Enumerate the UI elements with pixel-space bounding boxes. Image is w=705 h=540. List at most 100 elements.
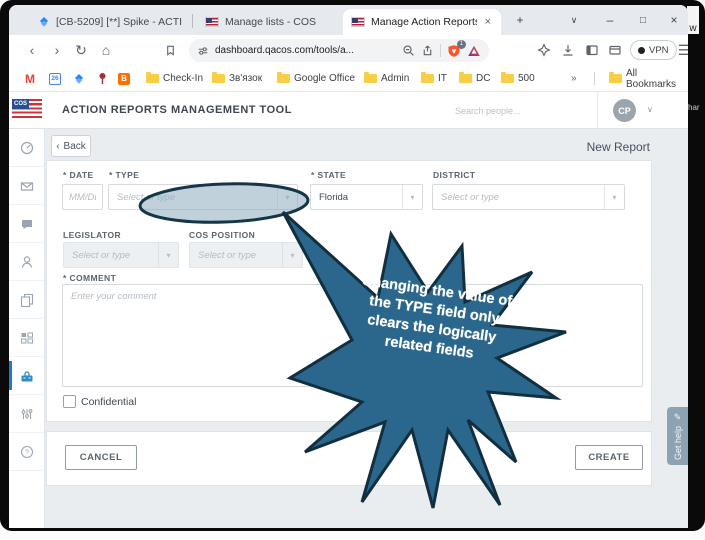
sidebar-item-chat[interactable] [9, 205, 44, 243]
bookmarks-overflow-icon[interactable]: » [571, 73, 577, 84]
bookmark-icon[interactable] [160, 40, 180, 60]
district-label: DISTRICT [433, 170, 475, 180]
jira-icon [73, 73, 85, 85]
bookmark-jira[interactable] [73, 73, 85, 85]
person-icon [19, 254, 35, 270]
bookmark-folder-admin[interactable]: Admin [364, 73, 409, 84]
wallet-icon[interactable] [605, 40, 625, 60]
background-window-fragment: w [687, 6, 699, 34]
tab-close-icon[interactable]: × [483, 16, 493, 28]
tab-jira-spike[interactable]: [CB-5209] [**] Spike - ACTION [30, 9, 190, 35]
background-window-fragment: har [688, 103, 700, 112]
bookmark-pin[interactable] [97, 72, 108, 85]
bookmark-folder-dc[interactable]: DC [459, 73, 490, 84]
legislator-select[interactable]: Select or type ▾ [63, 242, 179, 268]
tab-manage-action-reports[interactable]: Manage Action Reports × [343, 9, 501, 35]
tab-search-chevron-icon[interactable]: ∨ [561, 5, 587, 35]
mail-icon [19, 178, 35, 194]
chevron-down-icon: ▾ [402, 185, 422, 209]
all-bookmarks[interactable]: All Bookmarks [609, 68, 688, 90]
cos-position-select[interactable]: Select or type ▾ [189, 242, 303, 268]
bookmark-folder-500[interactable]: 500 [501, 73, 535, 84]
zoom-out-icon[interactable] [402, 44, 415, 57]
jira-icon [38, 16, 50, 28]
bookmark-blogger[interactable]: B [118, 73, 130, 85]
nav-back-icon[interactable]: ‹ [22, 40, 42, 60]
flag-favicon-icon [205, 17, 219, 27]
sidebar-item-people[interactable] [9, 243, 44, 281]
bookmarks-bar: M 26 B Check-In Зв'язок Google Office Ad… [9, 66, 688, 92]
extension-triangle-icon[interactable] [467, 44, 481, 58]
folder-icon [212, 74, 225, 83]
date-label: * DATE [63, 170, 94, 180]
nav-forward-icon[interactable]: › [47, 40, 67, 60]
address-bar: ‹ › ↻ ⌂ dashboard.qacos.com/tools/a... [9, 35, 688, 66]
bookmark-calendar[interactable]: 26 [49, 73, 61, 85]
blogger-icon: B [118, 73, 130, 85]
chat-icon [19, 216, 35, 232]
sidebar: ? [9, 129, 45, 528]
back-button[interactable]: ‹ Back [51, 135, 91, 157]
folder-icon [364, 74, 377, 83]
chevron-down-icon: ▾ [158, 243, 178, 267]
bookmark-folder-check-in[interactable]: Check-In [146, 73, 203, 84]
sidebar-item-dashboard[interactable] [9, 129, 44, 167]
sliders-icon [19, 406, 35, 422]
leo-ai-icon[interactable] [534, 40, 554, 60]
main-area: ‹ Back New Report * DATE * TYPE * STATE … [45, 129, 688, 528]
speedometer-icon [19, 140, 35, 156]
sidebar-item-mail[interactable] [9, 167, 44, 205]
back-chevron-icon: ‹ [56, 141, 59, 152]
url-field[interactable]: dashboard.qacos.com/tools/a... 1 [189, 39, 489, 62]
tab-manage-lists[interactable]: Manage lists - COS [197, 9, 337, 35]
folder-icon [146, 74, 159, 83]
sidebar-item-help[interactable]: ? [9, 433, 44, 471]
folder-icon [459, 74, 472, 83]
url-text[interactable]: dashboard.qacos.com/tools/a... [215, 45, 396, 56]
vpn-button[interactable]: VPN [630, 40, 677, 60]
date-input[interactable] [62, 184, 103, 210]
bookmark-gmail[interactable]: M [25, 72, 35, 86]
sidebar-item-grid[interactable] [9, 319, 44, 357]
comment-textarea[interactable] [62, 284, 643, 387]
reload-icon[interactable]: ↻ [71, 40, 91, 60]
sidebar-item-tools-active[interactable] [9, 357, 44, 395]
home-icon[interactable]: ⌂ [96, 40, 116, 60]
screenshot-root: w har [CB-5209] [**] Spike - ACTION Mana… [0, 0, 705, 540]
create-button[interactable]: CREATE [575, 445, 643, 470]
documents-icon [19, 292, 35, 308]
state-select[interactable]: Florida ▾ [310, 184, 423, 210]
bookmark-folder-it[interactable]: IT [421, 73, 447, 84]
calendar-icon: 26 [49, 73, 61, 85]
pin-icon [97, 72, 108, 85]
confidential-label: Confidential [81, 396, 136, 408]
get-help-tab[interactable]: ✎ Get help [667, 407, 688, 465]
avatar-chevron-icon[interactable]: ∨ [647, 105, 653, 114]
svg-text:?: ? [25, 449, 29, 456]
downloads-icon[interactable] [558, 40, 578, 60]
sidebar-item-settings[interactable] [9, 395, 44, 433]
minimize-button[interactable]: – [597, 5, 623, 35]
new-report-form: * DATE * TYPE * STATE DISTRICT Select or… [46, 160, 652, 422]
toolbox-icon [19, 368, 35, 384]
cancel-button[interactable]: CANCEL [65, 445, 137, 470]
bookmark-folder-google-office[interactable]: Google Office [277, 73, 355, 84]
share-icon[interactable] [421, 44, 434, 57]
site-settings-icon[interactable] [197, 45, 209, 57]
bookmark-folder-zvyazok[interactable]: Зв'язок [212, 73, 262, 84]
vpn-dot-icon [638, 47, 645, 54]
sidebar-item-documents[interactable] [9, 281, 44, 319]
close-window-button[interactable]: × [661, 5, 687, 35]
district-select[interactable]: Select or type ▾ [432, 184, 625, 210]
maximize-button[interactable]: □ [630, 5, 656, 35]
shield-badge: 1 [457, 40, 466, 49]
menu-icon[interactable]: ☰ [674, 40, 688, 60]
avatar[interactable]: CP [613, 99, 636, 122]
search-people-input[interactable] [455, 101, 588, 120]
new-tab-button[interactable]: + [507, 5, 533, 35]
type-select[interactable]: Select or type ▾ [108, 184, 298, 210]
sidebar-toggle-icon[interactable] [582, 40, 602, 60]
brave-shield-icon[interactable]: 1 [447, 44, 461, 58]
form-actions: CANCEL CREATE [46, 431, 652, 486]
confidential-checkbox[interactable] [63, 395, 76, 408]
